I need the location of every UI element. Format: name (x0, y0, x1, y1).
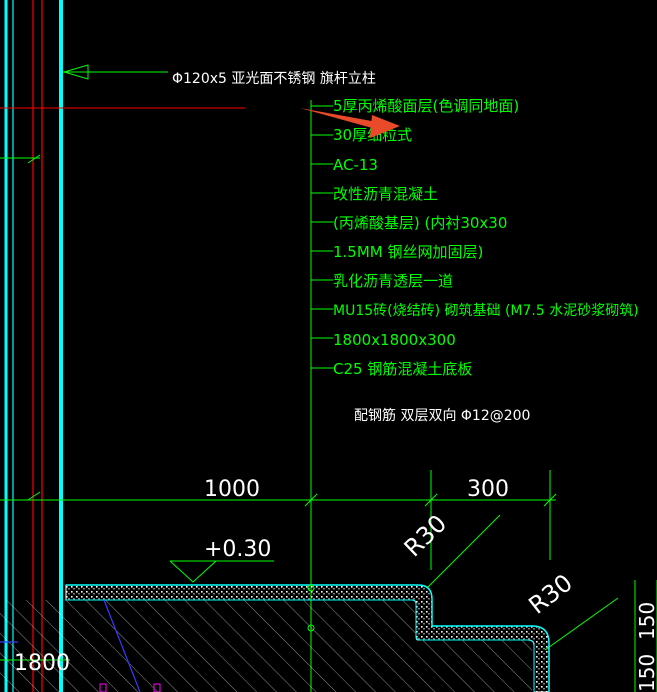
layer-label: MU15砖(烧结砖) 砌筑基础 (M7.5 水泥砂浆砌筑) (333, 302, 639, 319)
dimension-150-a: 150 (635, 602, 657, 640)
layer-label: 1800x1800x300 (333, 331, 456, 349)
cad-drawing-canvas: Φ120x5 亚光面不锈钢 旗杆立柱 5厚丙烯酸面层(色调同地面) 30厚细粒式… (0, 0, 657, 692)
layer-label: 5厚丙烯酸面层(色调同地面) (333, 97, 519, 115)
layer-label: 1.5MM 钢丝网加固层) (333, 243, 483, 261)
layer-labels: 5厚丙烯酸面层(色调同地面) 30厚细粒式 AC-13 改性沥青混凝土 (丙烯酸… (333, 97, 639, 378)
dimension-150-b: 150 (635, 654, 657, 692)
flagpole-post (4, 0, 63, 692)
elevation-label: +0.30 (204, 537, 271, 562)
layer-leader-ticks (311, 105, 333, 369)
post-callout-leader (62, 64, 168, 80)
layer-label: (丙烯酸基层) (内衬30x30 (333, 214, 507, 232)
foundation-section (0, 584, 550, 692)
radius-label-2: R30 (523, 569, 577, 620)
elevation-mark (169, 560, 274, 583)
post-callout-text: Φ120x5 亚光面不锈钢 旗杆立柱 (172, 71, 376, 87)
radius-label-1: R30 (399, 509, 452, 562)
dimension-300: 300 (467, 477, 509, 502)
layer-label: C25 钢筋混凝土底板 (333, 360, 472, 378)
rebar-note: 配钢筋 双层双向 Φ12@200 (354, 407, 530, 424)
layer-label: AC-13 (333, 156, 378, 174)
layer-label: 乳化沥青透层一道 (333, 272, 453, 290)
layer-label: 改性沥青混凝土 (333, 185, 438, 203)
dimension-1000: 1000 (204, 477, 260, 502)
